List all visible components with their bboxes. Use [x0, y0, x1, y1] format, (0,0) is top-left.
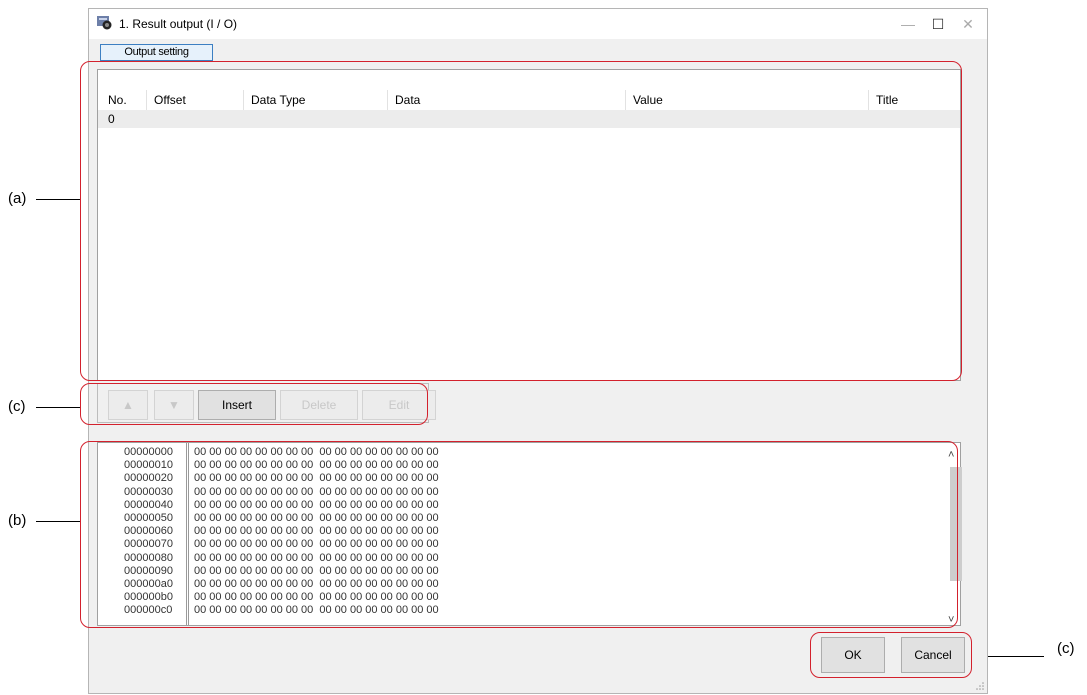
callout-c-left: (c): [8, 398, 26, 415]
window-title: 1. Result output (I / O): [119, 17, 238, 31]
leader-line-a: [36, 199, 80, 200]
app-icon: [97, 16, 112, 30]
callout-c-right: (c): [1057, 640, 1075, 657]
callout-b: (b): [8, 512, 27, 529]
leader-line-c-left: [36, 407, 80, 408]
title-bar: 1. Result output (I / O) — ☐ ✕: [89, 9, 987, 39]
leader-line-b: [36, 521, 80, 522]
highlight-a: [80, 61, 962, 381]
callout-a: (a): [8, 190, 27, 207]
resize-grip-icon[interactable]: [975, 681, 985, 691]
maximize-button[interactable]: ☐: [923, 12, 953, 36]
tab-output-setting[interactable]: Output setting: [100, 44, 213, 61]
highlight-c-left: [80, 383, 428, 425]
minimize-button[interactable]: —: [893, 12, 923, 36]
close-button[interactable]: ✕: [953, 12, 983, 36]
highlight-c-right: [810, 632, 972, 678]
highlight-b: [80, 441, 958, 628]
